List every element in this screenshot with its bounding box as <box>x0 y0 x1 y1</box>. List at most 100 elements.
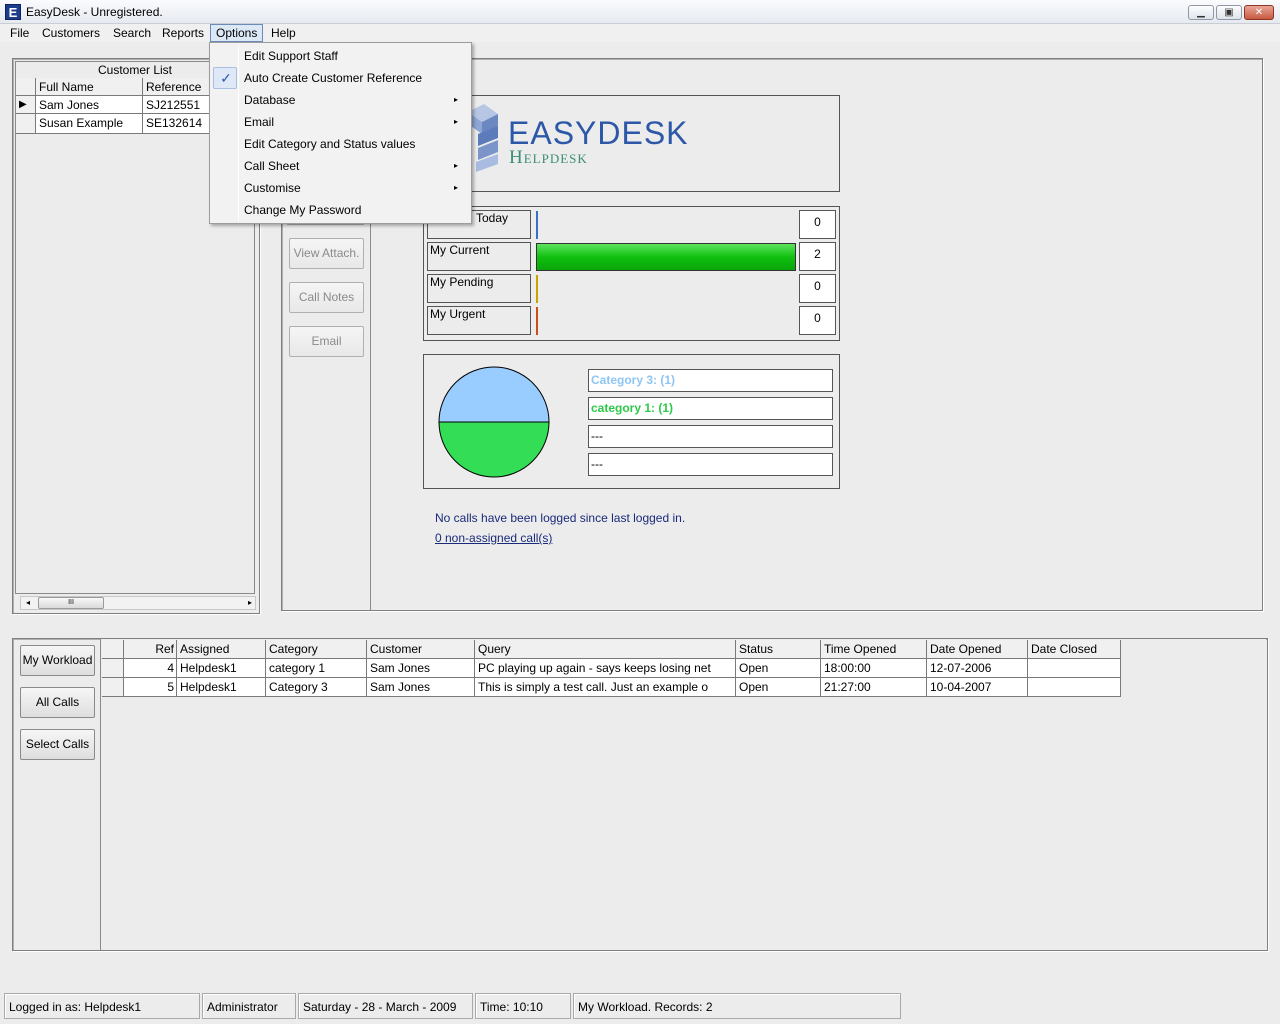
row-selector[interactable] <box>102 678 124 697</box>
category-legend-item: category 1: (1) <box>588 397 833 420</box>
stat-label-my-pending: My Pending <box>427 274 531 303</box>
category-legend-item: Category 3: (1) <box>588 369 833 392</box>
all-calls-button[interactable]: All Calls <box>20 687 95 718</box>
scroll-left-icon[interactable]: ◂ <box>22 597 34 609</box>
logo-title: EASYDESK <box>508 115 689 151</box>
last-login-message: No calls have been logged since last log… <box>435 511 686 525</box>
column-header-full-name[interactable]: Full Name <box>36 78 143 96</box>
non-assigned-calls-link[interactable]: 0 non-assigned call(s) <box>435 531 552 545</box>
call-date-closed-cell[interactable] <box>1028 678 1121 697</box>
menu-item-change-my-password[interactable]: Change My Password <box>211 199 470 221</box>
call-date-opened-cell[interactable]: 10-04-2007 <box>927 678 1028 697</box>
column-header-date-closed[interactable]: Date Closed <box>1028 640 1121 659</box>
column-header-customer[interactable]: Customer <box>367 640 475 659</box>
stat-bar-my-urgent <box>536 307 538 335</box>
customer-ref-cell[interactable]: SE132614 <box>143 114 211 134</box>
status-records: My Workload. Records: 2 <box>573 993 901 1019</box>
submenu-arrow-icon: ▸ <box>453 117 458 126</box>
row-selector-current[interactable]: ▶ <box>16 96 36 114</box>
stat-count-my-urgent: 0 <box>799 306 836 335</box>
menu-customers[interactable]: Customers <box>37 25 105 41</box>
stat-bar-logged-today <box>536 211 538 239</box>
call-category-cell[interactable]: category 1 <box>266 659 367 678</box>
stat-label-my-urgent: My Urgent <box>427 306 531 335</box>
customer-name-cell[interactable]: Susan Example <box>36 114 143 134</box>
column-header-reference[interactable]: Reference <box>143 78 211 96</box>
status-date: Saturday - 28 - March - 2009 <box>298 993 473 1019</box>
customer-ref-cell[interactable]: SJ212551 <box>143 96 211 114</box>
menu-help[interactable]: Help <box>266 25 301 41</box>
column-header-query[interactable]: Query <box>475 640 736 659</box>
stat-count-my-pending: 0 <box>799 274 836 303</box>
app-icon[interactable]: E <box>5 4 21 20</box>
call-date-closed-cell[interactable] <box>1028 659 1121 678</box>
submenu-arrow-icon: ▸ <box>453 183 458 192</box>
stat-count-logged-today: 0 <box>799 210 836 239</box>
call-customer-cell[interactable]: Sam Jones <box>367 659 475 678</box>
title-bar <box>0 0 1280 24</box>
pie-slice-category-1 <box>438 421 550 478</box>
submenu-arrow-icon: ▸ <box>453 161 458 170</box>
call-time-cell[interactable]: 18:00:00 <box>821 659 927 678</box>
column-header-date-opened[interactable]: Date Opened <box>927 640 1028 659</box>
row-selector[interactable] <box>102 659 124 678</box>
call-ref-cell[interactable]: 5 <box>124 678 177 697</box>
options-dropdown-menu: ✓ Edit Support Staff Auto Create Custome… <box>209 42 472 224</box>
call-customer-cell[interactable]: Sam Jones <box>367 678 475 697</box>
minimize-button[interactable]: ▁ <box>1188 5 1214 20</box>
menu-reports[interactable]: Reports <box>157 25 209 41</box>
status-role: Administrator <box>202 993 296 1019</box>
call-notes-button[interactable]: Call Notes <box>289 282 364 313</box>
close-button[interactable]: ✕ <box>1244 5 1274 20</box>
column-header-category[interactable]: Category <box>266 640 367 659</box>
customer-name-cell[interactable]: Sam Jones <box>36 96 143 114</box>
column-header-status[interactable]: Status <box>736 640 821 659</box>
call-status-cell[interactable]: Open <box>736 678 821 697</box>
menu-item-customise[interactable]: Customise ▸ <box>211 177 470 199</box>
submenu-arrow-icon: ▸ <box>453 95 458 104</box>
menu-item-edit-support-staff[interactable]: Edit Support Staff <box>211 45 470 67</box>
window-title: EasyDesk - Unregistered. <box>26 5 163 19</box>
call-assigned-cell[interactable]: Helpdesk1 <box>177 659 266 678</box>
call-status-cell[interactable]: Open <box>736 659 821 678</box>
stat-count-my-current: 2 <box>799 242 836 271</box>
call-category-cell[interactable]: Category 3 <box>266 678 367 697</box>
column-header-ref[interactable]: Ref <box>124 640 177 659</box>
call-ref-cell[interactable]: 4 <box>124 659 177 678</box>
category-pie-chart <box>438 366 550 478</box>
view-attach-button[interactable]: View Attach. <box>289 238 364 269</box>
menu-search[interactable]: Search <box>108 25 156 41</box>
column-header-assigned[interactable]: Assigned <box>177 640 266 659</box>
stat-bar-my-current <box>536 243 796 271</box>
status-logged-in: Logged in as: Helpdesk1 <box>4 993 200 1019</box>
email-button[interactable]: Email <box>289 326 364 357</box>
row-header-corner <box>16 78 36 96</box>
hidden-button-edge <box>287 224 364 225</box>
pie-slice-category-3 <box>438 366 550 423</box>
scroll-right-icon[interactable]: ▸ <box>244 597 256 609</box>
status-time: Time: 10:10 <box>475 993 571 1019</box>
maximize-button[interactable]: ▣ <box>1216 5 1242 20</box>
my-workload-button[interactable]: My Workload <box>20 645 95 676</box>
menu-item-database[interactable]: Database ▸ <box>211 89 470 111</box>
call-query-cell[interactable]: This is simply a test call. Just an exam… <box>475 678 736 697</box>
close-icon: ✕ <box>1254 7 1264 18</box>
menu-file[interactable]: File <box>5 25 34 41</box>
menu-item-auto-create-customer-reference[interactable]: Auto Create Customer Reference <box>211 67 470 89</box>
stat-label-my-current: My Current <box>427 242 531 271</box>
menu-options[interactable]: Options <box>210 24 264 42</box>
row-header-corner <box>102 640 124 659</box>
menu-item-edit-category-status[interactable]: Edit Category and Status values <box>211 133 470 155</box>
call-assigned-cell[interactable]: Helpdesk1 <box>177 678 266 697</box>
call-time-cell[interactable]: 21:27:00 <box>821 678 927 697</box>
stat-bar-my-pending <box>536 275 538 303</box>
column-header-time-opened[interactable]: Time Opened <box>821 640 927 659</box>
menu-item-email[interactable]: Email ▸ <box>211 111 470 133</box>
scroll-thumb[interactable]: III <box>38 597 104 609</box>
row-selector[interactable] <box>16 114 36 134</box>
call-query-cell[interactable]: PC playing up again - says keeps losing … <box>475 659 736 678</box>
call-date-opened-cell[interactable]: 12-07-2006 <box>927 659 1028 678</box>
menu-item-call-sheet[interactable]: Call Sheet ▸ <box>211 155 470 177</box>
category-legend-item: --- <box>588 453 833 476</box>
select-calls-button[interactable]: Select Calls <box>20 729 95 760</box>
